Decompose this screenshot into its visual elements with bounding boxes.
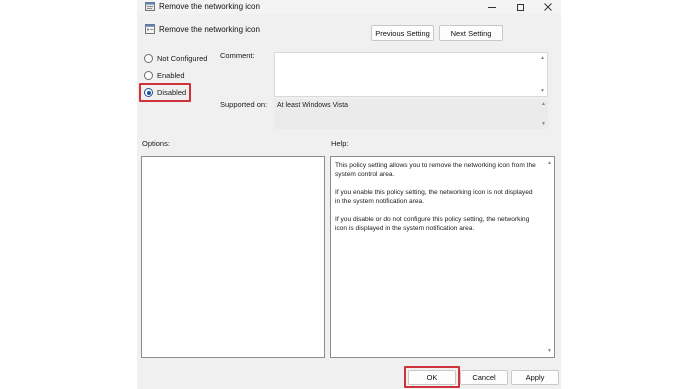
help-text: This policy setting allows you to remove… [335, 161, 539, 242]
next-setting-button[interactable]: Next Setting [439, 25, 503, 41]
close-icon [544, 3, 552, 11]
ok-highlight-box [404, 366, 460, 388]
minimize-icon [488, 6, 496, 8]
policy-name: Remove the networking icon [159, 25, 260, 34]
radio-enabled[interactable]: Enabled [144, 71, 185, 80]
radio-circle[interactable] [144, 54, 153, 63]
policy-dialog: Remove the networking icon Remove the ne… [137, 0, 561, 389]
policy-setting-icon [145, 24, 155, 34]
radio-label: Enabled [157, 71, 185, 80]
comment-label: Comment: [220, 51, 255, 60]
close-button[interactable] [535, 0, 561, 14]
help-paragraph: This policy setting allows you to remove… [335, 162, 536, 178]
scroll-down-icon[interactable]: ▼ [547, 348, 552, 354]
supported-on-field: At least Windows Vista ▲ ▼ [274, 99, 548, 129]
policy-window-icon [145, 2, 155, 11]
disabled-highlight-box [139, 83, 191, 102]
radio-not-configured[interactable]: Not Configured [144, 54, 207, 63]
comment-field[interactable]: ▲ ▼ [274, 52, 548, 97]
radio-label: Not Configured [157, 54, 208, 63]
cancel-button[interactable]: Cancel [460, 370, 508, 385]
supported-on-value: At least Windows Vista [277, 102, 349, 109]
scroll-down-icon[interactable]: ▼ [540, 88, 545, 94]
maximize-button[interactable] [507, 0, 533, 14]
previous-setting-button[interactable]: Previous Setting [371, 25, 434, 41]
help-panel: This policy setting allows you to remove… [330, 156, 555, 358]
help-scrollbar[interactable]: ▲ ▼ [544, 157, 554, 357]
scroll-down-icon[interactable]: ▼ [541, 121, 546, 127]
help-paragraph: If you enable this policy setting, the n… [335, 189, 533, 205]
scroll-up-icon[interactable]: ▲ [540, 55, 545, 61]
help-paragraph: If you disable or do not configure this … [335, 216, 530, 232]
scroll-up-icon[interactable]: ▲ [541, 101, 546, 107]
help-label: Help: [331, 139, 349, 148]
maximize-icon [516, 3, 524, 11]
options-panel [141, 156, 325, 358]
scroll-up-icon[interactable]: ▲ [547, 160, 552, 166]
title-bar: Remove the networking icon [137, 0, 561, 14]
minimize-button[interactable] [479, 0, 505, 14]
options-label: Options: [142, 139, 170, 148]
apply-button[interactable]: Apply [511, 370, 559, 385]
supported-on-label: Supported on: [220, 100, 268, 109]
radio-circle[interactable] [144, 71, 153, 80]
window-title: Remove the networking icon [159, 2, 260, 11]
